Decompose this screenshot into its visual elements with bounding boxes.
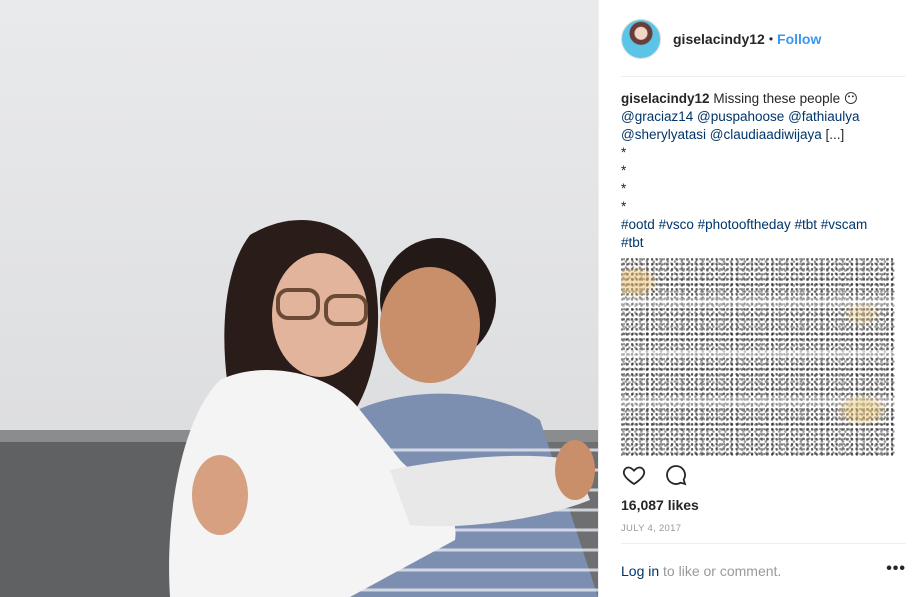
post-side-panel: giselacindy12 • Follow giselacindy12 Mis… (598, 0, 914, 597)
hashtag-link[interactable]: #tbt (621, 235, 644, 250)
hashtag-link[interactable]: #ootd (621, 217, 655, 232)
post-caption: giselacindy12 Missing these people 😶 @gr… (621, 90, 903, 252)
mention-link[interactable]: @puspahoose (697, 109, 784, 124)
caption-mentions-2: @sherylyatasi @claudiaadiwijaya [...] (621, 126, 903, 144)
follow-separator: • (768, 32, 774, 46)
caption-star: * (621, 145, 627, 160)
caption-mentions-1: @graciaz14 @puspahoose @fathiaulya (621, 108, 903, 126)
caption-star: * (621, 199, 627, 214)
hashtag-link[interactable]: #vsco (659, 217, 694, 232)
likes-count[interactable]: 16,087 likes (621, 497, 699, 513)
caption-text: Missing these people (713, 91, 841, 106)
mention-link[interactable]: @sherylyatasi (621, 127, 706, 142)
caption-star: * (621, 163, 627, 178)
heart-icon[interactable] (621, 462, 647, 488)
post-actions (621, 462, 689, 488)
hashtag-link[interactable]: #vscam (821, 217, 868, 232)
mention-link[interactable]: @fathiaulya (788, 109, 860, 124)
pixelated-comments-region (621, 258, 895, 458)
mention-link[interactable]: @claudiaadiwijaya (710, 127, 822, 142)
header-username[interactable]: giselacindy12 (673, 31, 765, 47)
caption-line-1: giselacindy12 Missing these people 😶 (621, 90, 903, 108)
follow-button[interactable]: Follow (777, 31, 821, 47)
profile-avatar[interactable] (621, 19, 661, 59)
comment-icon[interactable] (663, 462, 689, 488)
hashtag-link[interactable]: #tbt (794, 217, 817, 232)
post-date[interactable]: JULY 4, 2017 (621, 523, 681, 534)
post-photo[interactable] (0, 0, 598, 597)
caption-hashtags-1: #ootd #vsco #photooftheday #tbt #vscam (621, 216, 903, 234)
caption-hashtags-2: #tbt (621, 234, 903, 252)
hashtag-link[interactable]: #photooftheday (698, 217, 791, 232)
login-text: to like or comment. (663, 563, 782, 579)
header-divider (621, 76, 906, 77)
post-header: giselacindy12 • Follow (621, 18, 906, 60)
more-options-icon[interactable]: ••• (886, 560, 906, 578)
post-photo-graphic (0, 220, 598, 597)
caption-star: * (621, 181, 627, 196)
login-link[interactable]: Log in (621, 563, 659, 579)
caption-ellipsis: [...] (825, 127, 845, 142)
footer-divider (621, 543, 906, 544)
login-prompt: Log in to like or comment. (621, 563, 781, 579)
emoji-icon: 😶 (843, 91, 858, 106)
mention-link[interactable]: @graciaz14 (621, 109, 693, 124)
caption-username[interactable]: giselacindy12 (621, 91, 710, 106)
